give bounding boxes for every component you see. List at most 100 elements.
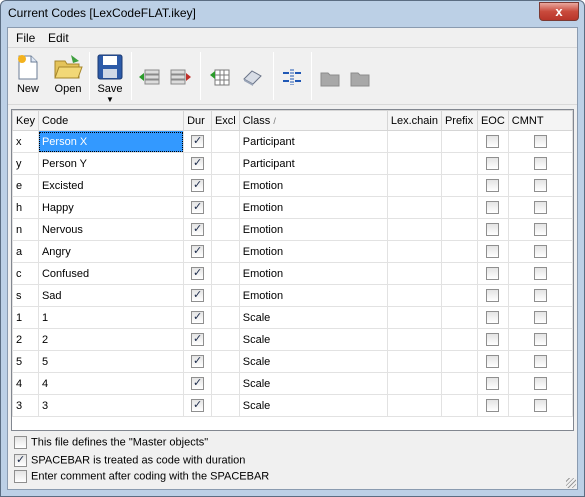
cmnt-cell[interactable] xyxy=(507,372,573,395)
dur-cell-checkbox[interactable] xyxy=(191,222,204,236)
cmnt-cell-checkbox[interactable] xyxy=(533,135,547,148)
title-bar[interactable]: Current Codes [LexCodeFLAT.ikey] x xyxy=(1,1,584,26)
dur-cell[interactable] xyxy=(183,130,212,153)
dur-cell-checkbox[interactable] xyxy=(191,398,204,412)
cmnt-cell-checkbox[interactable] xyxy=(533,245,547,258)
dur-cell[interactable] xyxy=(183,306,212,329)
lex-chain-cell[interactable] xyxy=(386,262,442,285)
close-button[interactable]: x xyxy=(539,2,579,21)
code-cell[interactable]: Happy xyxy=(37,196,185,219)
dur-cell-checkbox[interactable] xyxy=(191,134,204,148)
dur-cell[interactable] xyxy=(183,394,212,417)
table-row[interactable]: aAngry Emotion xyxy=(12,240,573,263)
table-import-icon[interactable] xyxy=(209,67,231,87)
eoc-cell-checkbox[interactable] xyxy=(486,289,500,302)
key-cell[interactable]: s xyxy=(12,284,39,307)
excl-cell[interactable] xyxy=(210,306,240,329)
class-cell[interactable]: Scale xyxy=(238,350,388,373)
excl-cell[interactable] xyxy=(210,130,240,153)
eoc-cell[interactable] xyxy=(476,152,509,175)
prefix-cell[interactable] xyxy=(440,284,478,307)
key-cell[interactable]: 5 xyxy=(12,350,39,373)
cmnt-cell[interactable] xyxy=(507,218,573,241)
eoc-cell-checkbox[interactable] xyxy=(486,267,500,280)
class-cell[interactable]: Emotion xyxy=(238,174,388,197)
lex-chain-cell[interactable] xyxy=(386,152,442,175)
key-cell[interactable]: n xyxy=(12,218,39,241)
excl-cell[interactable] xyxy=(210,218,240,241)
table-row[interactable]: hHappy Emotion xyxy=(12,196,573,219)
prefix-cell[interactable] xyxy=(440,328,478,351)
lex-chain-cell[interactable] xyxy=(386,174,442,197)
class-cell[interactable]: Scale xyxy=(238,328,388,351)
class-cell[interactable]: Participant xyxy=(238,130,388,153)
header-code[interactable]: Code xyxy=(37,110,185,131)
eoc-cell[interactable] xyxy=(476,306,509,329)
dur-cell-checkbox[interactable] xyxy=(191,354,204,368)
code-cell[interactable]: 3 xyxy=(37,394,185,417)
prefix-cell[interactable] xyxy=(440,394,478,417)
prefix-cell[interactable] xyxy=(440,196,478,219)
dur-cell[interactable] xyxy=(183,218,212,241)
class-cell[interactable]: Scale xyxy=(238,372,388,395)
dur-cell-checkbox[interactable] xyxy=(191,288,204,302)
eoc-cell-checkbox[interactable] xyxy=(486,135,500,148)
comment-spacebar-checkbox[interactable] xyxy=(14,470,27,483)
class-cell[interactable]: Scale xyxy=(238,394,388,417)
excl-cell[interactable] xyxy=(210,196,240,219)
key-cell[interactable]: h xyxy=(12,196,39,219)
prefix-cell[interactable] xyxy=(440,152,478,175)
lex-chain-cell[interactable] xyxy=(386,240,442,263)
table-row[interactable]: sSad Emotion xyxy=(12,284,573,307)
save-button[interactable]: Save ▼ xyxy=(93,50,127,104)
dur-cell[interactable] xyxy=(183,372,212,395)
eoc-cell[interactable] xyxy=(476,130,509,153)
cmnt-cell-checkbox[interactable] xyxy=(533,377,547,390)
folder-disabled-icon[interactable] xyxy=(319,67,341,87)
cmnt-cell[interactable] xyxy=(507,196,573,219)
dur-cell-checkbox[interactable] xyxy=(191,310,204,324)
table-row[interactable]: eExcisted Emotion xyxy=(12,174,573,197)
lex-chain-cell[interactable] xyxy=(386,130,442,153)
cmnt-cell[interactable] xyxy=(507,130,573,153)
code-cell[interactable]: Person Y xyxy=(37,152,185,175)
key-cell[interactable]: 1 xyxy=(12,306,39,329)
cmnt-cell-checkbox[interactable] xyxy=(533,223,547,236)
new-button[interactable]: New xyxy=(11,50,45,102)
code-cell[interactable]: 5 xyxy=(37,350,185,373)
key-cell[interactable]: 2 xyxy=(12,328,39,351)
eoc-cell-checkbox[interactable] xyxy=(486,399,500,412)
prefix-cell[interactable] xyxy=(440,240,478,263)
prefix-cell[interactable] xyxy=(440,306,478,329)
eoc-cell[interactable] xyxy=(476,262,509,285)
cmnt-cell-checkbox[interactable] xyxy=(533,289,547,302)
excl-cell[interactable] xyxy=(210,152,240,175)
table-row[interactable]: 55 Scale xyxy=(12,350,573,373)
table-row[interactable]: 33 Scale xyxy=(12,394,573,417)
table-row[interactable]: cConfused Emotion xyxy=(12,262,573,285)
lex-chain-cell[interactable] xyxy=(386,284,442,307)
header-eoc[interactable]: EOC xyxy=(476,110,509,131)
class-cell[interactable]: Emotion xyxy=(238,218,388,241)
dur-cell[interactable] xyxy=(183,240,212,263)
dur-cell[interactable] xyxy=(183,350,212,373)
eoc-cell-checkbox[interactable] xyxy=(486,157,500,170)
lex-chain-cell[interactable] xyxy=(386,328,442,351)
class-cell[interactable]: Participant xyxy=(238,152,388,175)
code-cell[interactable]: 1 xyxy=(37,306,185,329)
header-dur[interactable]: Dur xyxy=(183,110,212,131)
cmnt-cell-checkbox[interactable] xyxy=(533,267,547,280)
eoc-cell-checkbox[interactable] xyxy=(486,333,500,346)
dur-cell[interactable] xyxy=(183,328,212,351)
prefix-cell[interactable] xyxy=(440,218,478,241)
key-cell[interactable]: c xyxy=(12,262,39,285)
open-button[interactable]: Open xyxy=(51,50,85,102)
code-cell[interactable]: Angry xyxy=(37,240,185,263)
cmnt-cell[interactable] xyxy=(507,350,573,373)
table-row[interactable]: nNervous Emotion xyxy=(12,218,573,241)
cmnt-cell[interactable] xyxy=(507,394,573,417)
codes-grid[interactable]: Key Code Dur Excl Class / Lex.chain Pref… xyxy=(11,109,574,431)
cmnt-cell-checkbox[interactable] xyxy=(533,355,547,368)
cmnt-cell[interactable] xyxy=(507,152,573,175)
cmnt-cell[interactable] xyxy=(507,240,573,263)
